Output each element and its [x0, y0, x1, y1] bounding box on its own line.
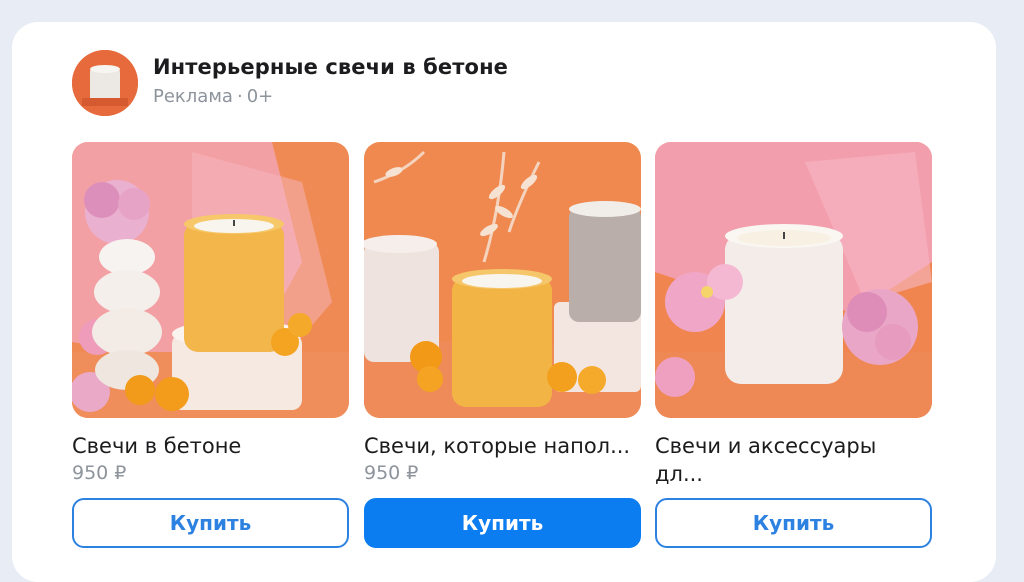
product-price-1: 950 ₽ — [72, 462, 127, 484]
product-card-1[interactable]: Свечи в бетоне 950 ₽ — [72, 142, 349, 486]
product-image-2[interactable] — [364, 142, 641, 418]
buy-button-2[interactable]: Купить — [364, 498, 641, 548]
separator: · — [236, 86, 243, 107]
product-name-2[interactable]: Свечи, которые напол... — [364, 432, 641, 460]
advertiser-avatar[interactable] — [72, 50, 138, 116]
product-name-1[interactable]: Свечи в бетоне — [72, 432, 349, 460]
ad-subtitle: Реклама · 0+ — [153, 86, 273, 107]
ad-label: Реклама — [153, 86, 233, 107]
product-image-1[interactable] — [72, 142, 349, 418]
product-card-3[interactable]: Свечи и аксессуары дл... — [655, 142, 932, 488]
product-price-2: 950 ₽ — [364, 462, 419, 484]
product-image-3[interactable] — [655, 142, 932, 418]
buy-button-3[interactable]: Купить — [655, 498, 932, 548]
ad-title[interactable]: Интерьерные свечи в бетоне — [153, 55, 508, 79]
buy-button-1[interactable]: Купить — [72, 498, 349, 548]
product-card-2[interactable]: Свечи, которые напол... 950 ₽ — [364, 142, 641, 486]
age-rating: 0+ — [246, 86, 274, 107]
product-name-3[interactable]: Свечи и аксессуары дл... — [655, 432, 915, 488]
